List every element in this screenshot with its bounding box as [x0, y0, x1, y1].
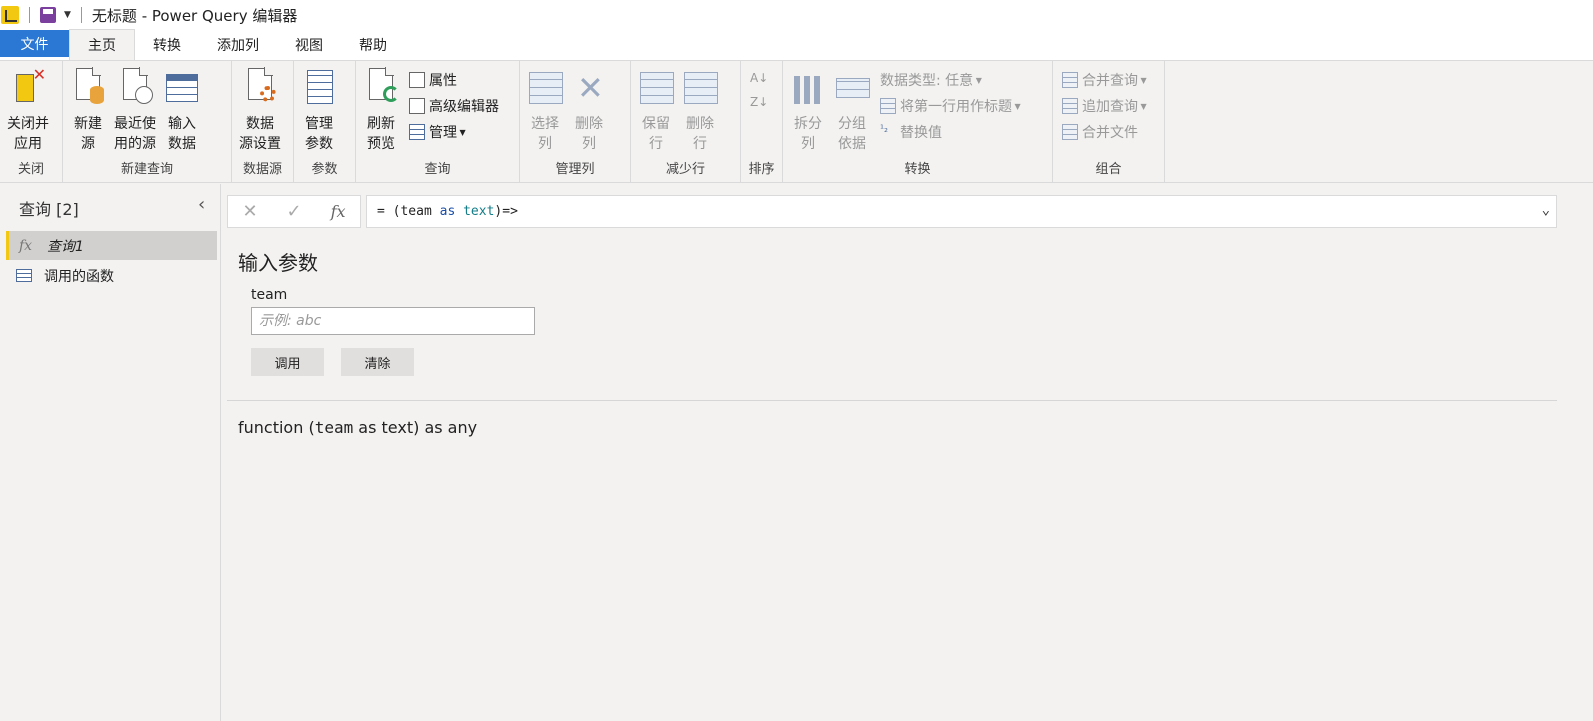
replace-values-button[interactable]: ¹₂ 替换值 — [880, 122, 1021, 142]
group-label: 排序 — [748, 162, 775, 177]
tab-view[interactable]: 视图 — [277, 30, 341, 60]
fx-icon[interactable]: fx — [331, 202, 346, 221]
group-by-icon — [834, 68, 870, 108]
tab-add-column[interactable]: 添加列 — [199, 30, 277, 60]
split-column-icon — [790, 68, 826, 108]
sort-ascending-icon[interactable]: A↓ — [750, 68, 768, 88]
tab-help[interactable]: 帮助 — [341, 30, 405, 60]
function-invoke-panel: 输入参数 team 调用 清除 function (team as text) … — [227, 235, 1557, 715]
ribbon-group-transform: 拆分 列 分组 依据 数据类型: 任意 ▼ 将第一行用作标题 ▼ ¹₂ 替换值 转… — [783, 61, 1053, 182]
ribbon-group-sort: A↓ Z↓ 排序 — [741, 61, 783, 182]
save-icon[interactable] — [40, 7, 56, 23]
fx-icon: fx — [19, 237, 33, 254]
table-icon — [164, 68, 200, 108]
group-label: 减少行 — [665, 162, 705, 177]
keep-rows-icon — [638, 68, 674, 108]
team-param-input[interactable] — [251, 307, 535, 335]
refresh-icon — [363, 67, 399, 108]
window-title: 无标题 - Power Query 编辑器 — [91, 6, 298, 25]
power-bi-icon — [1, 6, 19, 24]
group-label: 转换 — [904, 162, 931, 177]
formula-bar: ✕ ✓ fx = (team as text)=> ⌄ — [227, 195, 1557, 228]
queries-pane: 查询 [2] ‹ fx 查询1 调用的函数 — [0, 184, 221, 721]
tab-transform[interactable]: 转换 — [135, 30, 199, 60]
data-source-settings-icon — [242, 67, 278, 108]
group-label: 管理列 — [555, 162, 595, 177]
sort-descending-icon[interactable]: Z↓ — [750, 92, 768, 112]
title-bar: ▼ 无标题 - Power Query 编辑器 — [0, 0, 1593, 30]
merge-queries-button[interactable]: 合并查询 ▼ — [1062, 70, 1147, 90]
query-item-invoked-function[interactable]: 调用的函数 — [6, 261, 217, 290]
manage-button[interactable]: 管理 ▼ — [409, 122, 499, 142]
recent-sources-icon — [117, 67, 153, 108]
queries-pane-title: 查询 [2] — [19, 200, 79, 219]
table-icon — [409, 124, 425, 140]
ribbon-group-reduce-rows: 保留 行 删除 行 减少行 — [631, 61, 741, 182]
new-source-icon — [70, 67, 106, 108]
group-label: 新建查询 — [120, 162, 173, 177]
chevron-down-icon: ▼ — [1012, 101, 1021, 111]
ribbon-group-combine: 合并查询 ▼ 追加查询 ▼ 合并文件 组合 — [1053, 61, 1165, 182]
chevron-down-icon[interactable]: ▼ — [64, 10, 71, 20]
close-apply-icon: ✕ — [10, 67, 46, 108]
clear-button[interactable]: 清除 — [341, 348, 414, 376]
remove-rows-icon — [682, 68, 718, 108]
cancel-icon[interactable]: ✕ — [242, 201, 257, 222]
section-title: 输入参数 — [238, 251, 318, 275]
table-icon — [880, 98, 896, 114]
divider — [80, 7, 82, 23]
group-label: 数据源 — [242, 162, 282, 177]
formula-input[interactable]: = (team as text)=> ⌄ — [366, 195, 1557, 228]
chevron-down-icon: ▼ — [1138, 75, 1147, 85]
invoke-button[interactable]: 调用 — [251, 348, 324, 376]
combine-files-icon — [1062, 124, 1078, 140]
tab-file[interactable]: 文件 — [0, 30, 69, 57]
ribbon-group-close: ✕ 关闭并 应用 关闭 — [0, 61, 63, 182]
function-signature: function (team as text) as any — [238, 418, 478, 437]
append-icon — [1062, 98, 1078, 114]
ribbon-tabs: 文件 主页 转换 添加列 视图 帮助 — [0, 29, 1593, 60]
formula-bar-buttons: ✕ ✓ fx — [227, 195, 361, 228]
merge-icon — [1062, 72, 1078, 88]
ribbon: ✕ 关闭并 应用 关闭 新建 源 最近使 用的源 输入 数据 新建查询 数据 源… — [0, 60, 1593, 183]
chevron-down-icon: ▼ — [973, 75, 982, 85]
group-label: 组合 — [1095, 162, 1122, 177]
append-queries-button[interactable]: 追加查询 ▼ — [1062, 96, 1147, 116]
choose-columns-icon — [527, 68, 563, 108]
advanced-editor-button[interactable]: 高级编辑器 — [409, 96, 499, 116]
divider — [227, 400, 1557, 401]
ribbon-group-data-source: 数据 源设置 数据源 — [232, 61, 294, 182]
combine-files-button[interactable]: 合并文件 — [1062, 122, 1147, 142]
ribbon-group-query: 刷新 预览 属性 高级编辑器 管理 ▼ 查询 — [356, 61, 520, 182]
first-row-header-button[interactable]: 将第一行用作标题 ▼ — [880, 96, 1021, 116]
check-icon[interactable]: ✓ — [287, 201, 302, 222]
data-type-dropdown[interactable]: 数据类型: 任意 ▼ — [880, 70, 1021, 90]
chevron-down-icon: ▼ — [1138, 101, 1147, 111]
chevron-left-icon[interactable]: ‹ — [198, 194, 205, 215]
table-icon — [16, 269, 32, 282]
replace-icon: ¹₂ — [880, 124, 889, 135]
param-label: team — [251, 287, 288, 303]
parameters-icon — [301, 68, 337, 108]
query-item-query1[interactable]: fx 查询1 — [6, 231, 217, 260]
ribbon-group-manage-columns: 选择 列 ✕ 删除 列 管理列 — [520, 61, 631, 182]
chevron-down-icon[interactable]: ⌄ — [1542, 202, 1550, 218]
chevron-down-icon: ▼ — [457, 127, 466, 137]
advanced-editor-icon — [409, 98, 425, 114]
divider — [29, 7, 30, 23]
group-label: 参数 — [311, 162, 338, 177]
properties-icon — [409, 72, 425, 88]
ribbon-group-new-query: 新建 源 最近使 用的源 输入 数据 新建查询 — [63, 61, 232, 182]
group-label: 查询 — [424, 162, 451, 177]
properties-button[interactable]: 属性 — [409, 70, 499, 90]
group-label: 关闭 — [17, 162, 44, 177]
ribbon-group-parameters: 管理 参数 参数 — [294, 61, 356, 182]
remove-columns-icon: ✕ — [577, 69, 604, 107]
tab-home[interactable]: 主页 — [69, 29, 135, 60]
